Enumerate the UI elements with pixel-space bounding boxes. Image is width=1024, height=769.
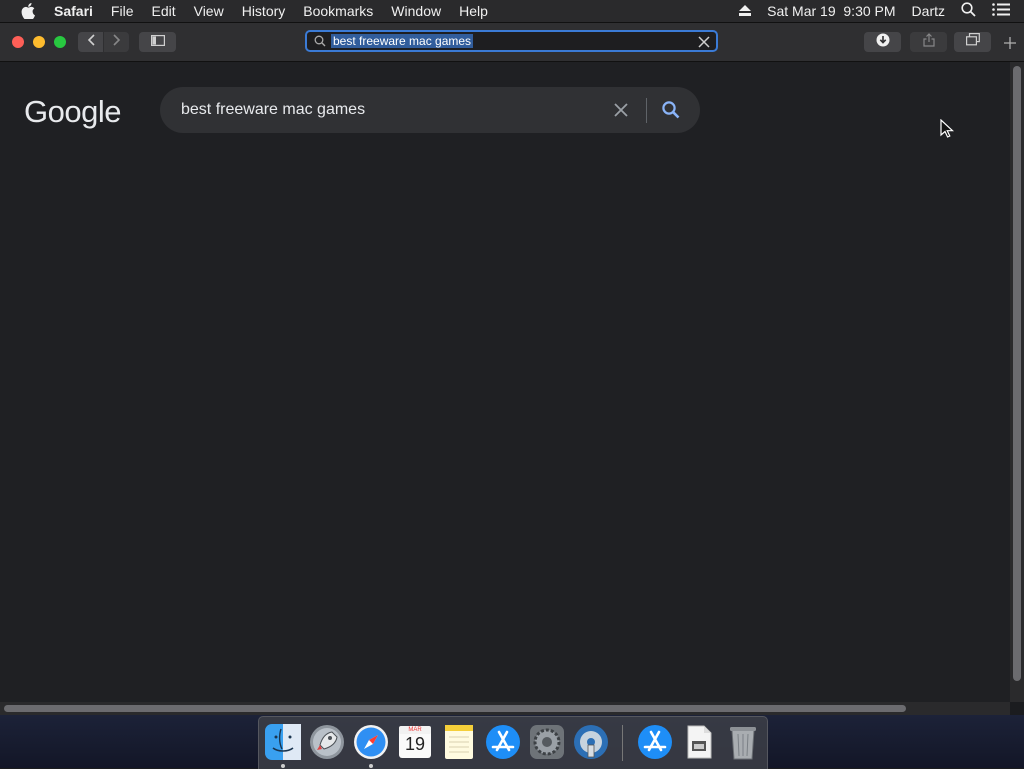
menu-bar: Safari File Edit View History Bookmarks … [0,0,1024,23]
user-name[interactable]: Dartz [912,3,945,19]
calendar-icon[interactable]: MAR 19 [396,723,434,761]
address-search-icon [314,34,328,48]
menu-app-safari[interactable]: Safari [54,3,93,19]
address-text[interactable]: best freeware mac games [331,34,474,48]
google-search-box[interactable]: best freeware mac games [160,87,700,133]
calendar-month: MAR [408,727,422,733]
finder-running-indicator [281,764,285,768]
forward-arrow-icon [112,33,121,51]
clock-datetime[interactable]: Sat Mar 19 9:30 PM [767,3,895,19]
horizontal-scrollbar[interactable] [0,702,1010,715]
new-tab-icon[interactable] [1001,34,1019,52]
window-zoom-button[interactable] [54,36,66,48]
web-content: Google best freeware mac games [0,62,1010,702]
sidebar-toggle-button[interactable] [139,32,176,52]
google-logo[interactable]: Google [24,94,121,130]
search-submit-icon[interactable] [661,100,681,120]
spotlight-search-icon[interactable] [961,2,976,20]
search-divider [646,98,647,123]
documents-stack-icon[interactable] [680,723,718,761]
tabs-overview-icon [965,33,980,51]
menu-help[interactable]: Help [459,3,488,19]
window-minimize-button[interactable] [33,36,45,48]
downloads-stack-icon[interactable] [636,723,674,761]
dock: MAR 19 [258,716,768,769]
share-button[interactable] [910,32,947,52]
safari-running-indicator [369,764,373,768]
horizontal-scroll-thumb[interactable] [4,705,906,712]
window-close-button[interactable] [12,36,24,48]
finder-icon[interactable] [264,723,302,761]
tabs-overview-button[interactable] [954,32,991,52]
sidebar-icon [150,33,165,51]
eject-icon[interactable] [739,3,752,19]
menu-edit[interactable]: Edit [151,3,175,19]
notes-icon[interactable] [440,723,478,761]
share-icon [922,32,935,52]
safari-toolbar: best freeware mac games [0,23,1024,62]
back-button[interactable] [78,32,103,52]
back-arrow-icon [87,33,95,51]
clear-search-icon[interactable] [612,101,630,119]
trash-icon[interactable] [724,723,762,761]
menu-bookmarks[interactable]: Bookmarks [303,3,373,19]
menu-view[interactable]: View [194,3,224,19]
menu-file[interactable]: File [111,3,134,19]
vertical-scrollbar[interactable] [1010,62,1024,702]
safari-icon[interactable] [352,723,390,761]
notification-center-icon[interactable] [992,3,1010,19]
address-clear-icon[interactable] [697,35,711,49]
apple-logo-icon[interactable] [20,2,36,20]
dock-divider [622,725,623,761]
app-store-icon[interactable] [484,723,522,761]
mouse-pointer-icon [940,118,955,139]
calendar-day: 19 [404,734,426,754]
launchpad-icon[interactable] [308,723,346,761]
downloads-button[interactable] [864,32,901,52]
menu-window[interactable]: Window [391,3,441,19]
download-icon [876,33,890,52]
system-preferences-icon[interactable] [528,723,566,761]
forward-button[interactable] [104,32,129,52]
disk-utility-icon[interactable] [572,723,610,761]
vertical-scroll-thumb[interactable] [1013,66,1021,681]
address-bar[interactable]: best freeware mac games [305,30,718,52]
menu-history[interactable]: History [242,3,286,19]
search-query-text[interactable]: best freeware mac games [181,101,365,119]
